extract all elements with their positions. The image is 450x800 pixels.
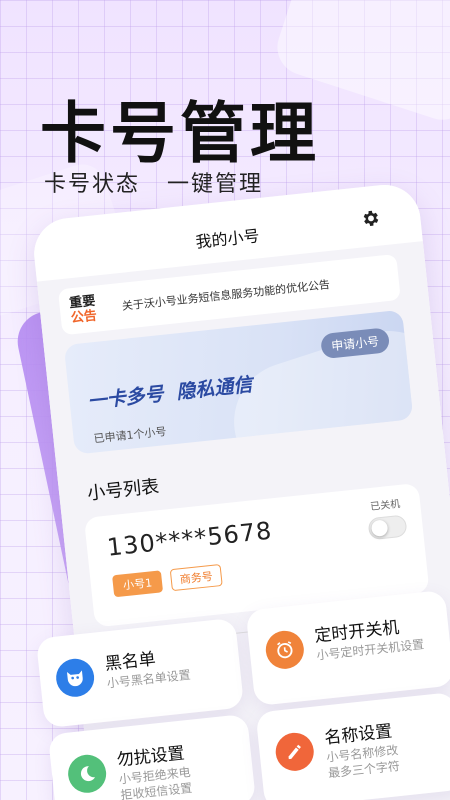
alarm-clock-icon (263, 628, 306, 671)
power-status: 已关机 (369, 498, 401, 514)
applied-count: 已申请1个小号 (93, 424, 167, 446)
banner-title: 一卡多号 隐私通信 (86, 373, 254, 413)
apply-number-button[interactable]: 申请小号 (319, 327, 391, 360)
announcement-text: 关于沃小号业务短信息服务功能的优化公告 (121, 278, 331, 313)
hero-title: 卡号管理 (40, 95, 320, 172)
phone-number: 130****5678 (105, 516, 274, 562)
feature-card-scheduled-power[interactable]: 定时开关机 小号定时开关机设置 (245, 589, 450, 707)
feature-desc: 小号名称修改 最多三个字符 (326, 742, 401, 781)
badge-line-2: 公告 (70, 308, 98, 327)
gear-icon[interactable] (359, 207, 381, 229)
cat-mask-icon (54, 656, 97, 699)
hero-subtitle: 卡号状态 一键管理 (44, 172, 263, 197)
announcement-badge: 重要 公告 (69, 294, 98, 327)
power-toggle[interactable] (367, 514, 408, 541)
number-type-tag: 商务号 (169, 564, 223, 592)
toggle-knob (370, 519, 389, 537)
pencil-icon (273, 730, 316, 773)
moon-icon (66, 752, 109, 795)
number-list-title: 小号列表 (86, 476, 161, 505)
number-tag: 小号1 (112, 570, 164, 598)
promo-page: 卡号管理 卡号状态 一键管理 我的小号 重要 公告 关于沃小号业务短信息服务功能… (0, 0, 450, 800)
feature-desc: 小号拒绝来电 拒收短信设置 (118, 764, 193, 800)
promo-banner: 申请小号 一卡多号 隐私通信 已申请1个小号 (63, 309, 414, 455)
